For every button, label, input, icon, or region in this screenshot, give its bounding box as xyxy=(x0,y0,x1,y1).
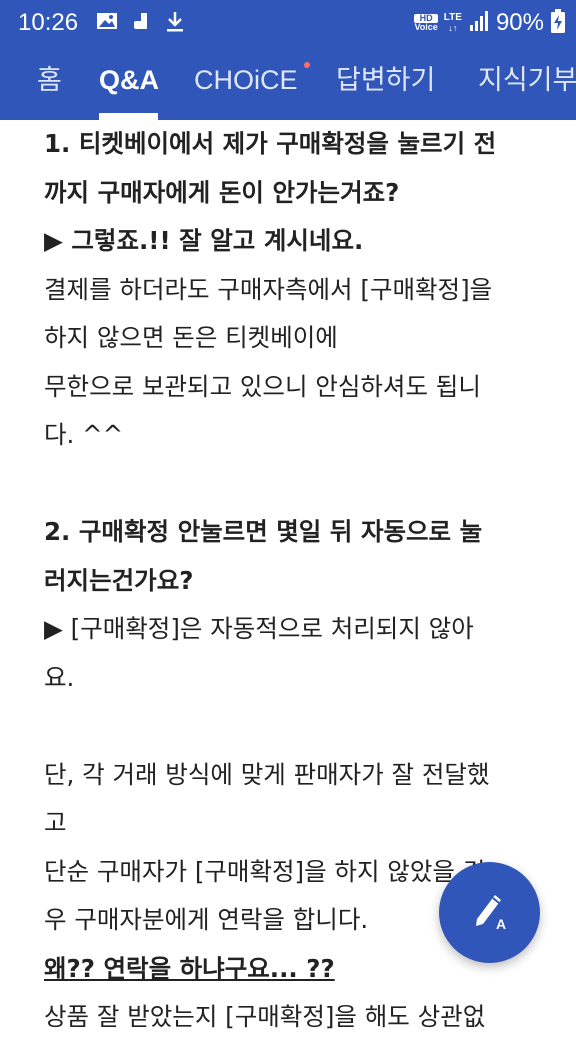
image-icon xyxy=(96,10,118,36)
content-line: 단, 각 거래 방식에 맞게 판매자가 잘 전달했 xyxy=(44,759,490,789)
tab-home[interactable]: 홈 xyxy=(37,46,62,120)
new-badge-dot xyxy=(304,62,310,68)
battery-percent: 90% xyxy=(495,9,544,36)
content-line: ▶ 그렇죠.!! 잘 알고 계시네요. xyxy=(44,226,364,255)
tab-qna[interactable]: Q&A xyxy=(99,46,159,120)
content-line: 다. ^^ xyxy=(44,420,124,449)
content-line: 2. 구매확정 안눌르면 몇일 뒤 자동으로 눌 xyxy=(44,517,483,546)
content-line: 까지 구매자에게 돈이 안가는거죠? xyxy=(44,177,400,207)
content-line: ▶ [구매확정]은 자동적으로 처리되지 않아 xyxy=(44,614,474,643)
tab-choice[interactable]: CHOiCE xyxy=(194,46,298,120)
write-answer-icon: A xyxy=(468,889,512,937)
signal-icon xyxy=(468,9,490,37)
hd-voice-indicator: HD Voice xyxy=(414,13,438,32)
status-bar: 10:26 HD Voice LTE ↓↑ 90% xyxy=(0,0,576,46)
content-line: 무한으로 보관되고 있으니 안심하셔도 됩니 xyxy=(44,371,481,401)
svg-text:A: A xyxy=(496,916,506,932)
active-tab-indicator xyxy=(99,113,158,120)
content-line: 1. 티켓베이에서 제가 구매확정을 눌르기 전 xyxy=(44,129,497,158)
content-line: 고 xyxy=(44,808,67,837)
tab-bar: 홈 Q&A CHOiCE 답변하기 지식기부 xyxy=(0,46,576,120)
download-icon xyxy=(164,10,186,38)
content-line: 결제를 하더라도 구매자측에서 [구매확정]을 xyxy=(44,274,493,304)
tab-knowledge-donation[interactable]: 지식기부 xyxy=(478,46,576,120)
content-line: 상품 잘 받았는지 [구매확정]을 해도 상관없 xyxy=(44,1002,486,1031)
battery-charging-icon xyxy=(550,8,566,38)
content-line: 하지 않으면 돈은 티켓베이에 xyxy=(44,323,338,352)
tab-answer[interactable]: 답변하기 xyxy=(336,46,435,120)
lte-indicator: LTE ↓↑ xyxy=(443,11,462,33)
status-time: 10:26 xyxy=(18,9,79,36)
content-line: 요. xyxy=(44,662,75,692)
notification-app-icon xyxy=(131,10,151,36)
write-answer-button[interactable]: A xyxy=(439,862,540,963)
content-line: 러지는건가요? xyxy=(44,565,194,595)
